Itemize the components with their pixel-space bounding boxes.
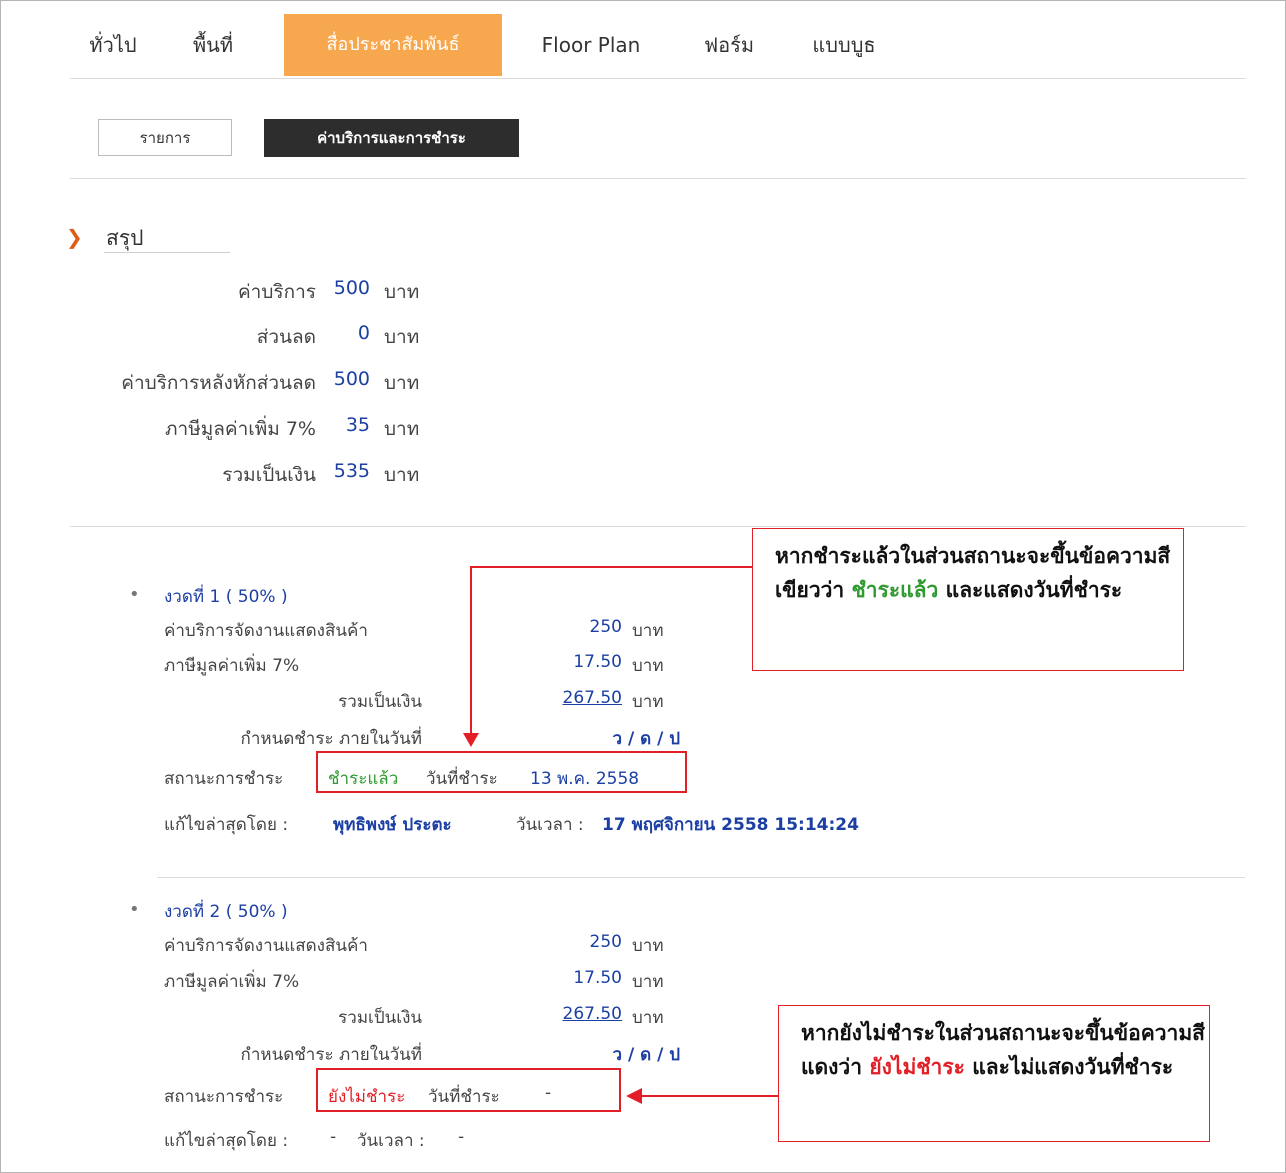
paid-callout: หากชำระแล้วในส่วนสถานะจะขึ้นข้อความสีเขี… (752, 528, 1184, 671)
unpaid-callout: หากยังไม่ชำระในส่วนสถานะจะขึ้นข้อความสีแ… (778, 1005, 1210, 1142)
